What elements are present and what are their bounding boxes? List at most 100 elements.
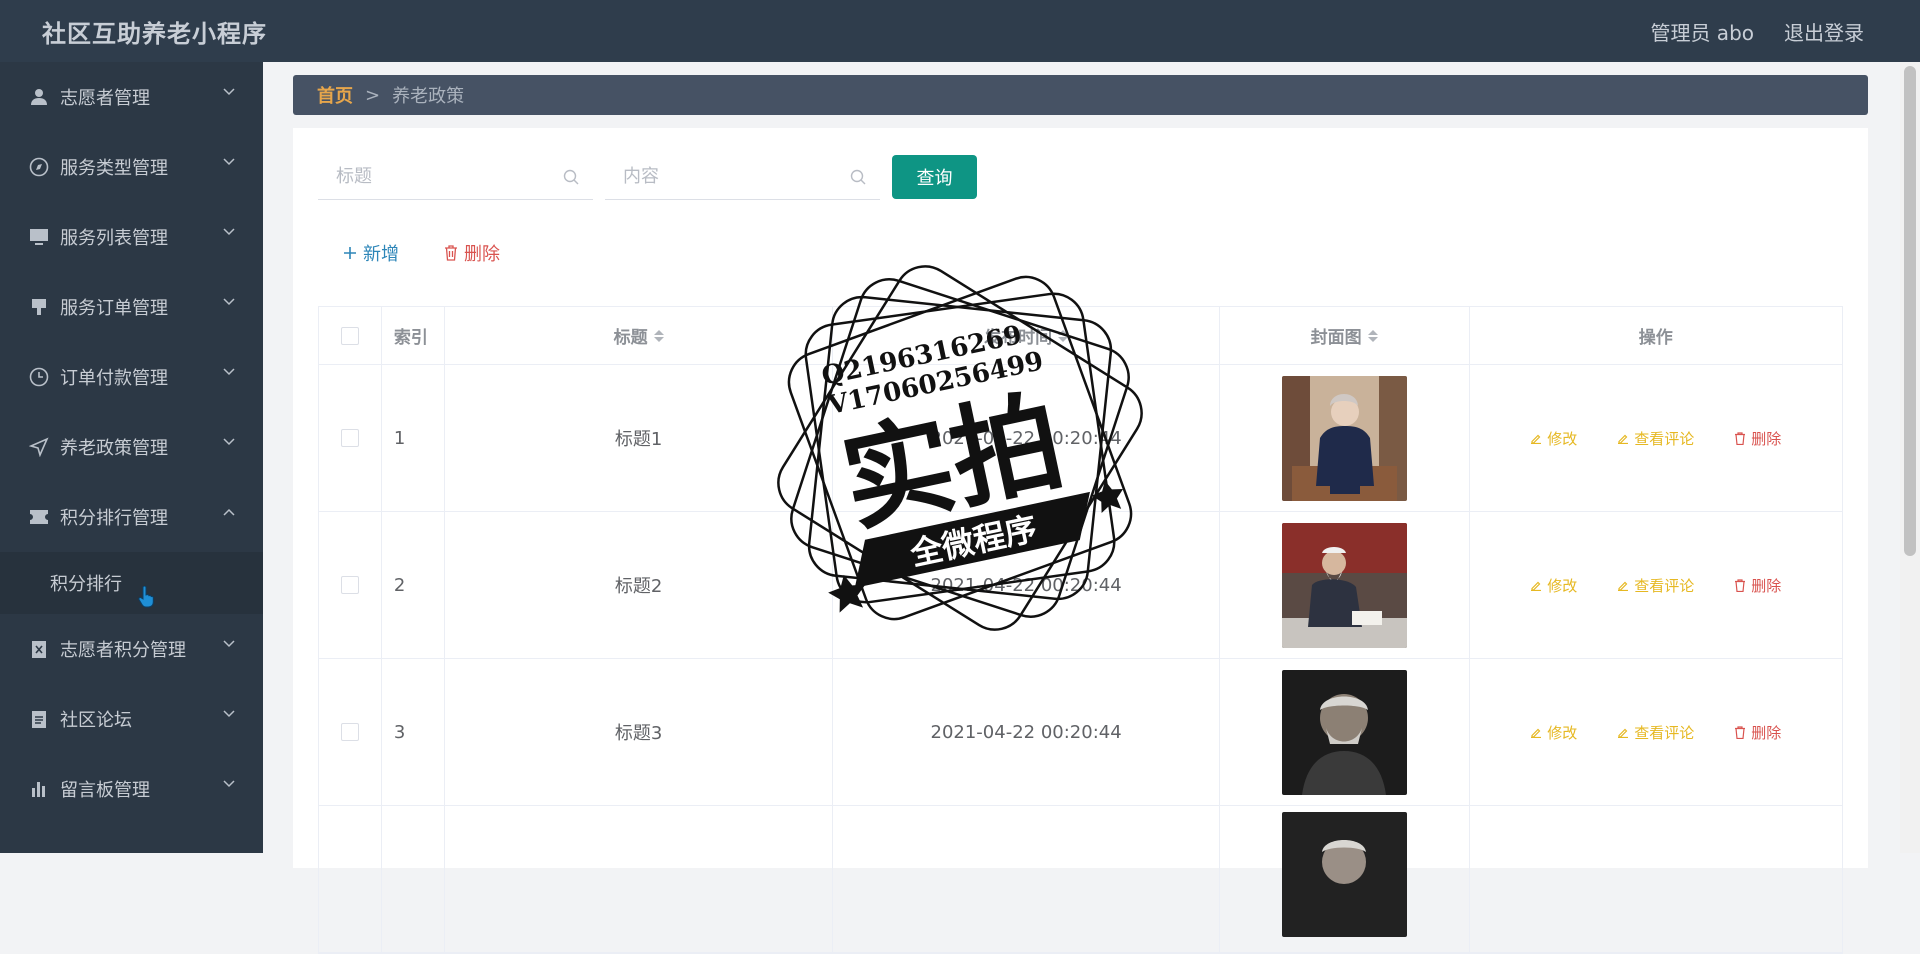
chevron-down-icon (223, 368, 235, 376)
select-all-cell (319, 307, 382, 364)
policy-table: 索引 标题 发布时间 封面图 操作 1 标题1 2021-04-22 00:20… (318, 306, 1843, 954)
row-checkbox[interactable] (340, 429, 359, 447)
chevron-down-icon (223, 640, 235, 648)
ticket-icon (28, 506, 50, 528)
chevron-down-icon (223, 228, 235, 236)
breadcrumb-separator: > (365, 84, 381, 106)
row-title: 标题3 (445, 659, 834, 805)
sidebar-item-volunteer-points[interactable]: 志愿者积分管理 (0, 614, 263, 684)
table-row: 1 标题1 2021-04-22 00:20:44 修改 查看评论 删除 (319, 365, 1842, 512)
view-comments-button[interactable]: 查看评论 (1617, 722, 1694, 743)
trash-icon (1735, 578, 1746, 592)
view-comments-label: 查看评论 (1634, 723, 1695, 742)
select-all-checkbox[interactable] (340, 326, 359, 345)
row-operations (1470, 806, 1843, 952)
edit-icon (1531, 434, 1542, 444)
cover-image[interactable] (1281, 669, 1407, 795)
scrollbar-thumb[interactable] (1904, 66, 1916, 556)
delete-label: 删除 (1751, 723, 1782, 742)
delete-button[interactable]: 删除 (1734, 722, 1781, 743)
column-header-publish-time[interactable]: 发布时间 (833, 307, 1220, 364)
chevron-down-icon (223, 88, 235, 96)
row-select-cell (319, 365, 382, 511)
sidebar-item-message-board[interactable]: 留言板管理 (0, 754, 263, 824)
row-select-cell (319, 806, 382, 952)
breadcrumb: 首页 > 养老政策 (293, 75, 1868, 115)
sidebar-item-volunteer[interactable]: 志愿者管理 (0, 62, 263, 132)
sidebar-item-label: 养老政策管理 (60, 438, 168, 459)
sidebar-subitem-points-ranking[interactable]: 积分排行 (0, 552, 263, 614)
edit-button[interactable]: 修改 (1530, 722, 1577, 743)
edit-label: 修改 (1547, 576, 1578, 595)
sidebar-item-service-list[interactable]: 服务列表管理 (0, 202, 263, 272)
title-search-field (318, 154, 593, 200)
edit-icon (1618, 434, 1629, 444)
row-checkbox[interactable] (340, 723, 359, 741)
row-index: 3 (382, 659, 445, 805)
trash-icon (1735, 725, 1746, 739)
content-search-input[interactable] (623, 166, 833, 187)
view-comments-button[interactable]: 查看评论 (1617, 575, 1694, 596)
sidebar-item-label: 积分排行管理 (60, 508, 168, 529)
edit-icon (1531, 581, 1542, 591)
delete-button[interactable]: 删除 (1734, 428, 1781, 449)
batch-delete-button[interactable]: 删除 (444, 240, 500, 266)
sidebar-item-service-order[interactable]: 服务订单管理 (0, 272, 263, 342)
column-header-label: 索引 (393, 328, 428, 348)
edit-button[interactable]: 修改 (1530, 428, 1577, 449)
row-operations: 修改 查看评论 删除 (1470, 512, 1843, 658)
sidebar-item-label: 志愿者积分管理 (60, 640, 186, 661)
sidebar-item-service-type[interactable]: 服务类型管理 (0, 132, 263, 202)
edit-button[interactable]: 修改 (1530, 575, 1577, 596)
admin-user-label[interactable]: 管理员 abo (1650, 17, 1754, 46)
search-bar: 查询 (318, 154, 977, 200)
action-toolbar: 新增 删除 (343, 240, 500, 266)
logout-link[interactable]: 退出登录 (1784, 17, 1864, 46)
cover-image[interactable] (1281, 522, 1407, 648)
sort-icon[interactable] (1058, 329, 1069, 342)
sidebar-item-label: 服务列表管理 (60, 228, 168, 249)
column-header-operations: 操作 (1470, 307, 1843, 364)
row-publish-time: 2021-04-22 00:20:44 (833, 365, 1220, 511)
compass-icon (28, 156, 50, 178)
row-publish-time: 2021-04-22 00:20:44 (833, 659, 1220, 805)
column-header-label: 操作 (1638, 328, 1673, 348)
hand-pointer-icon (138, 586, 154, 608)
chevron-down-icon (223, 158, 235, 166)
cover-image[interactable] (1281, 375, 1407, 501)
sidebar-item-points-ranking[interactable]: 积分排行管理 (0, 482, 263, 552)
sort-icon[interactable] (653, 329, 664, 342)
row-checkbox[interactable] (340, 576, 359, 594)
plus-icon (344, 247, 356, 259)
add-button[interactable]: 新增 (343, 240, 399, 266)
page-scrollbar[interactable] (1900, 62, 1920, 853)
column-header-label: 发布时间 (984, 328, 1053, 348)
sort-icon[interactable] (1367, 329, 1378, 342)
table-row (319, 806, 1842, 953)
stamp-icon (28, 296, 50, 318)
sidebar-item-community-forum[interactable]: 社区论坛 (0, 684, 263, 754)
sidebar-item-label: 志愿者管理 (60, 88, 150, 109)
row-title (445, 806, 834, 952)
title-search-input[interactable] (336, 166, 546, 187)
edit-icon (1618, 728, 1629, 738)
query-button[interactable]: 查询 (892, 155, 977, 199)
bar-chart-icon (28, 778, 50, 800)
column-header-cover[interactable]: 封面图 (1220, 307, 1470, 364)
search-icon (563, 169, 579, 184)
edit-label: 修改 (1547, 723, 1578, 742)
row-title: 标题2 (445, 512, 834, 658)
row-title: 标题1 (445, 365, 834, 511)
view-comments-button[interactable]: 查看评论 (1617, 428, 1694, 449)
sidebar-item-order-payment[interactable]: 订单付款管理 (0, 342, 263, 412)
delete-button[interactable]: 删除 (1734, 575, 1781, 596)
chevron-up-icon (223, 508, 235, 516)
cover-image[interactable] (1281, 812, 1407, 937)
search-icon (850, 169, 866, 184)
breadcrumb-home[interactable]: 首页 (317, 82, 353, 108)
view-comments-label: 查看评论 (1634, 576, 1695, 595)
column-header-title[interactable]: 标题 (445, 307, 834, 364)
row-index: 2 (382, 512, 445, 658)
main-content: 首页 > 养老政策 查询 新增 删除 (263, 62, 1900, 954)
sidebar-item-elderly-policy[interactable]: 养老政策管理 (0, 412, 263, 482)
